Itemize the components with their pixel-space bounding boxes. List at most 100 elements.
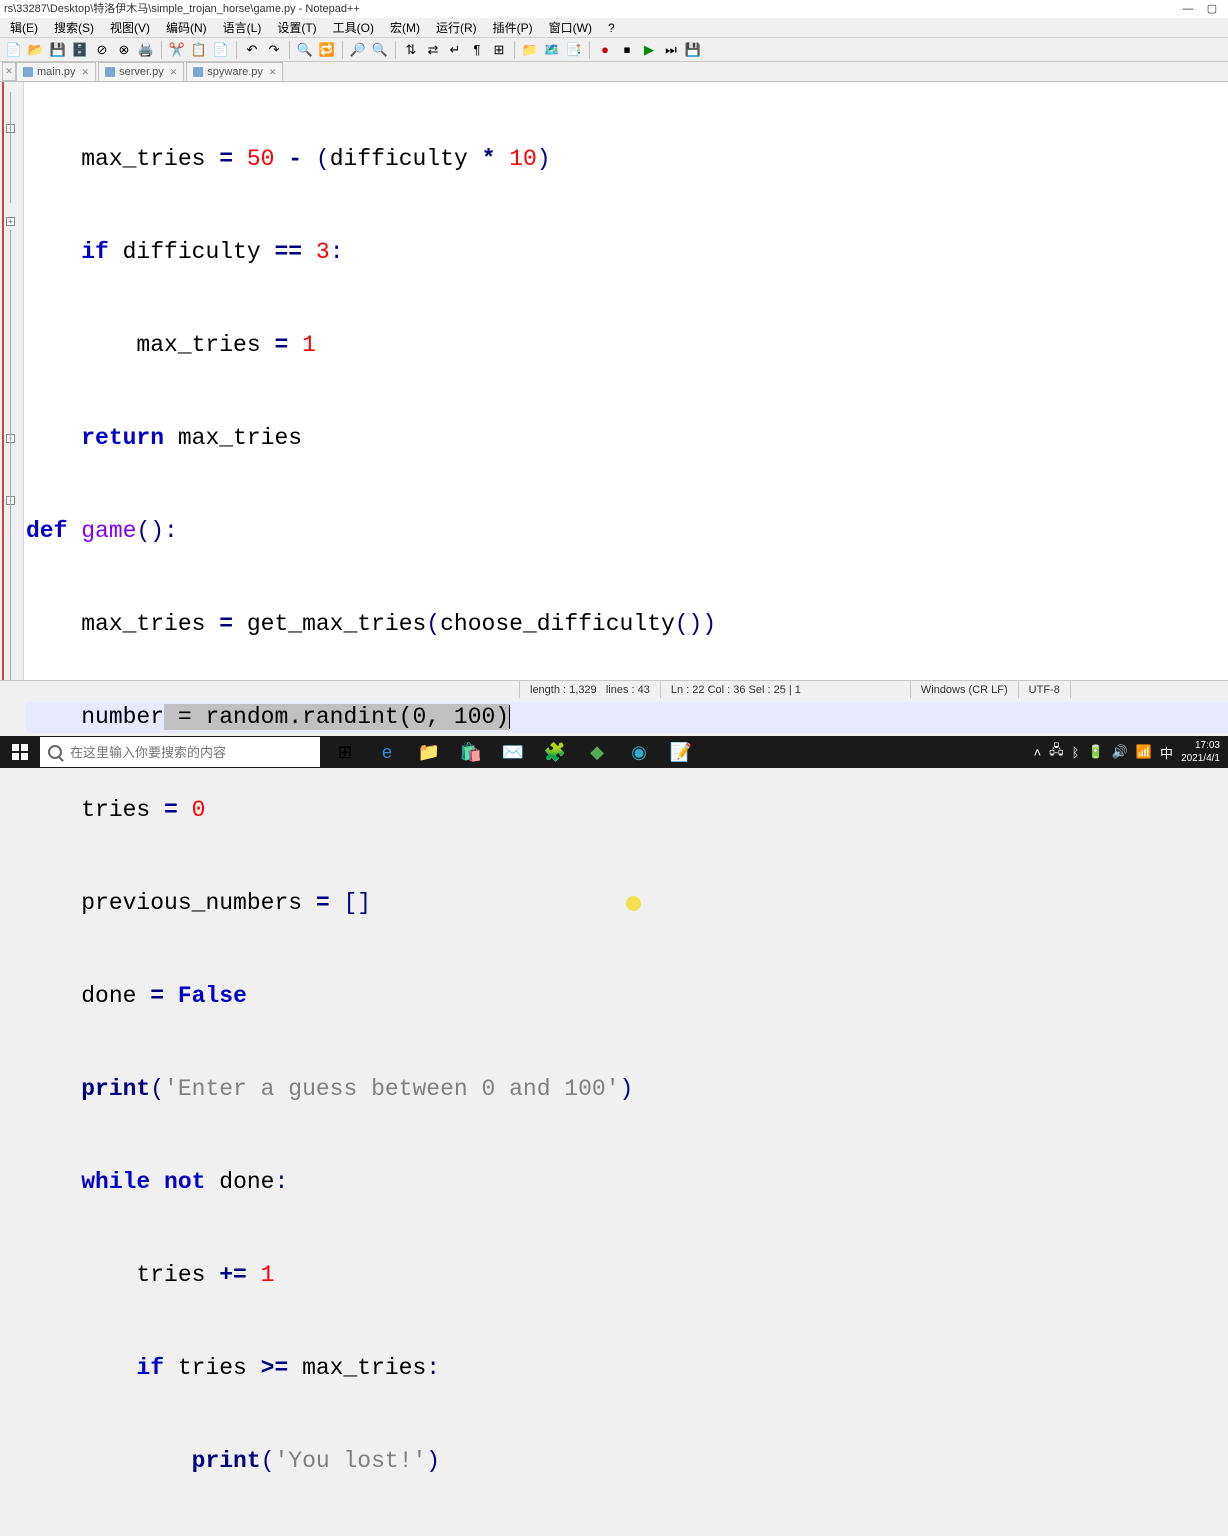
indent-guide-icon[interactable]: ⊞ xyxy=(489,40,509,60)
code-line: max_tries = 50 - (difficulty * 10) xyxy=(26,144,1228,175)
tab-close-x-icon[interactable]: ✕ xyxy=(269,63,277,81)
clock[interactable]: 17:03 2021/4/1 xyxy=(1181,739,1220,765)
doc-map-icon[interactable]: 🗺️ xyxy=(542,40,562,60)
current-line: number = random.randint(0, 100) xyxy=(26,702,1228,733)
tab-label: main.py xyxy=(37,63,76,81)
undo-icon[interactable]: ↶ xyxy=(242,40,262,60)
editor[interactable]: - + - - max_tries = 50 - (difficulty * 1… xyxy=(0,82,1228,680)
menu-bar: 辑(E) 搜索(S) 视图(V) 编码(N) 语言(L) 设置(T) 工具(O)… xyxy=(0,18,1228,38)
tab-server[interactable]: server.py✕ xyxy=(98,62,184,81)
tab-close-x-icon[interactable]: ✕ xyxy=(170,63,178,81)
marker-dot-icon xyxy=(626,896,641,911)
menu-view[interactable]: 视图(V) xyxy=(102,18,158,37)
show-all-icon[interactable]: ¶ xyxy=(467,40,487,60)
menu-plugins[interactable]: 插件(P) xyxy=(485,18,541,37)
func-list-icon[interactable]: 📑 xyxy=(564,40,584,60)
new-file-icon[interactable]: 📄 xyxy=(4,40,24,60)
file-icon xyxy=(23,67,33,77)
tab-close-x-icon[interactable]: ✕ xyxy=(82,63,90,81)
volume-icon[interactable]: 🔊 xyxy=(1112,744,1128,760)
store-icon[interactable]: 🛍️ xyxy=(450,736,492,768)
ime-icon[interactable]: 中 xyxy=(1160,743,1173,762)
fold-line xyxy=(10,230,11,680)
bluetooth-icon[interactable]: ᛒ xyxy=(1072,745,1080,760)
app-icon[interactable]: ◆ xyxy=(576,736,618,768)
menu-encoding[interactable]: 编码(N) xyxy=(158,18,215,37)
menu-window[interactable]: 窗口(W) xyxy=(541,18,600,37)
paste-icon[interactable]: 📄 xyxy=(211,40,231,60)
stop-icon[interactable]: ⏹ xyxy=(617,40,637,60)
battery-icon[interactable]: 🔋 xyxy=(1087,744,1103,760)
change-marker xyxy=(2,82,4,680)
tab-spyware[interactable]: spyware.py ✕ xyxy=(186,62,283,81)
zoom-out-icon[interactable]: 🔍 xyxy=(370,40,390,60)
code-line: done = False xyxy=(26,981,1228,1012)
search-input[interactable] xyxy=(70,745,312,760)
replace-icon[interactable]: 🔁 xyxy=(317,40,337,60)
menu-language[interactable]: 语言(L) xyxy=(215,18,270,37)
menu-run[interactable]: 运行(R) xyxy=(428,18,485,37)
sync-v-icon[interactable]: ⇅ xyxy=(401,40,421,60)
start-button[interactable] xyxy=(0,736,40,768)
title-bar: rs\33287\Desktop\特洛伊木马\simple_trojan_hor… xyxy=(0,0,1228,18)
edge-icon[interactable]: e xyxy=(366,736,408,768)
tab-close-icon[interactable]: ✕ xyxy=(2,62,16,81)
play-icon[interactable]: ▶ xyxy=(639,40,659,60)
fold-plus-icon[interactable]: + xyxy=(6,217,15,226)
taskbar[interactable]: ⊞ e 📁 🛍️ ✉️ 🧩 ◆ ◉ 📝 ˄ 🖧 ᛒ 🔋 🔊 📶 中 17:03 … xyxy=(0,736,1228,768)
tab-bar: ✕ main.py ✕ server.py✕ spyware.py ✕ xyxy=(0,62,1228,82)
code-line: max_tries = get_max_tries(choose_difficu… xyxy=(26,609,1228,640)
menu-edit[interactable]: 辑(E) xyxy=(2,18,46,37)
minimize-button[interactable]: — xyxy=(1182,0,1194,18)
fold-margin[interactable]: - + - - xyxy=(0,82,24,680)
menu-macro[interactable]: 宏(M) xyxy=(382,18,428,37)
explorer-icon[interactable]: 📁 xyxy=(408,736,450,768)
find-icon[interactable]: 🔍 xyxy=(295,40,315,60)
redo-icon[interactable]: ↷ xyxy=(264,40,284,60)
mail-icon[interactable]: ✉️ xyxy=(492,736,534,768)
chevron-up-icon[interactable]: ˄ xyxy=(1034,745,1042,760)
fold-line xyxy=(10,92,11,203)
wrap-icon[interactable]: ↵ xyxy=(445,40,465,60)
maximize-button[interactable]: ▢ xyxy=(1206,0,1218,18)
app-icon[interactable]: 🧩 xyxy=(534,736,576,768)
menu-help[interactable]: ? xyxy=(600,18,623,37)
system-tray[interactable]: ˄ 🖧 ᛒ 🔋 🔊 📶 中 17:03 2021/4/1 xyxy=(1034,739,1228,765)
record-icon[interactable]: ● xyxy=(595,40,615,60)
menu-tools[interactable]: 工具(O) xyxy=(325,18,382,37)
open-file-icon[interactable]: 📂 xyxy=(26,40,46,60)
tab-label: spyware.py xyxy=(207,63,263,81)
tab-main[interactable]: main.py ✕ xyxy=(16,62,96,81)
app-icon[interactable]: ◉ xyxy=(618,736,660,768)
window-controls: — ▢ xyxy=(1182,0,1224,18)
notepadpp-icon[interactable]: 📝 xyxy=(660,736,702,768)
save-all-icon[interactable]: 🗄️ xyxy=(70,40,90,60)
folder-icon[interactable]: 📁 xyxy=(520,40,540,60)
print-icon[interactable]: 🖨️ xyxy=(136,40,156,60)
save-icon[interactable]: 💾 xyxy=(48,40,68,60)
search-icon xyxy=(48,745,62,759)
code-line: print('You lost!') xyxy=(26,1446,1228,1477)
code-line: tries += 1 xyxy=(26,1260,1228,1291)
save-macro-icon[interactable]: 💾 xyxy=(683,40,703,60)
close-all-icon[interactable]: ⊗ xyxy=(114,40,134,60)
wifi-icon[interactable]: 📶 xyxy=(1136,744,1152,760)
file-icon xyxy=(105,67,115,77)
play-multi-icon[interactable]: ⏭ xyxy=(661,40,681,60)
menu-settings[interactable]: 设置(T) xyxy=(269,18,324,37)
network-icon[interactable]: 🖧 xyxy=(1049,741,1064,763)
code-line: tries = 0 xyxy=(26,795,1228,826)
code-line: while not done: xyxy=(26,1167,1228,1198)
close-icon[interactable]: ⊘ xyxy=(92,40,112,60)
clock-time: 17:03 xyxy=(1181,739,1220,752)
code-line: def game(): xyxy=(26,516,1228,547)
taskbar-search[interactable] xyxy=(40,737,320,767)
code-line: return max_tries xyxy=(26,423,1228,454)
sync-h-icon[interactable]: ⇄ xyxy=(423,40,443,60)
code-area[interactable]: max_tries = 50 - (difficulty * 10) if di… xyxy=(24,82,1228,680)
task-view-icon[interactable]: ⊞ xyxy=(324,736,366,768)
zoom-in-icon[interactable]: 🔎 xyxy=(348,40,368,60)
copy-icon[interactable]: 📋 xyxy=(189,40,209,60)
menu-search[interactable]: 搜索(S) xyxy=(46,18,102,37)
cut-icon[interactable]: ✂️ xyxy=(167,40,187,60)
